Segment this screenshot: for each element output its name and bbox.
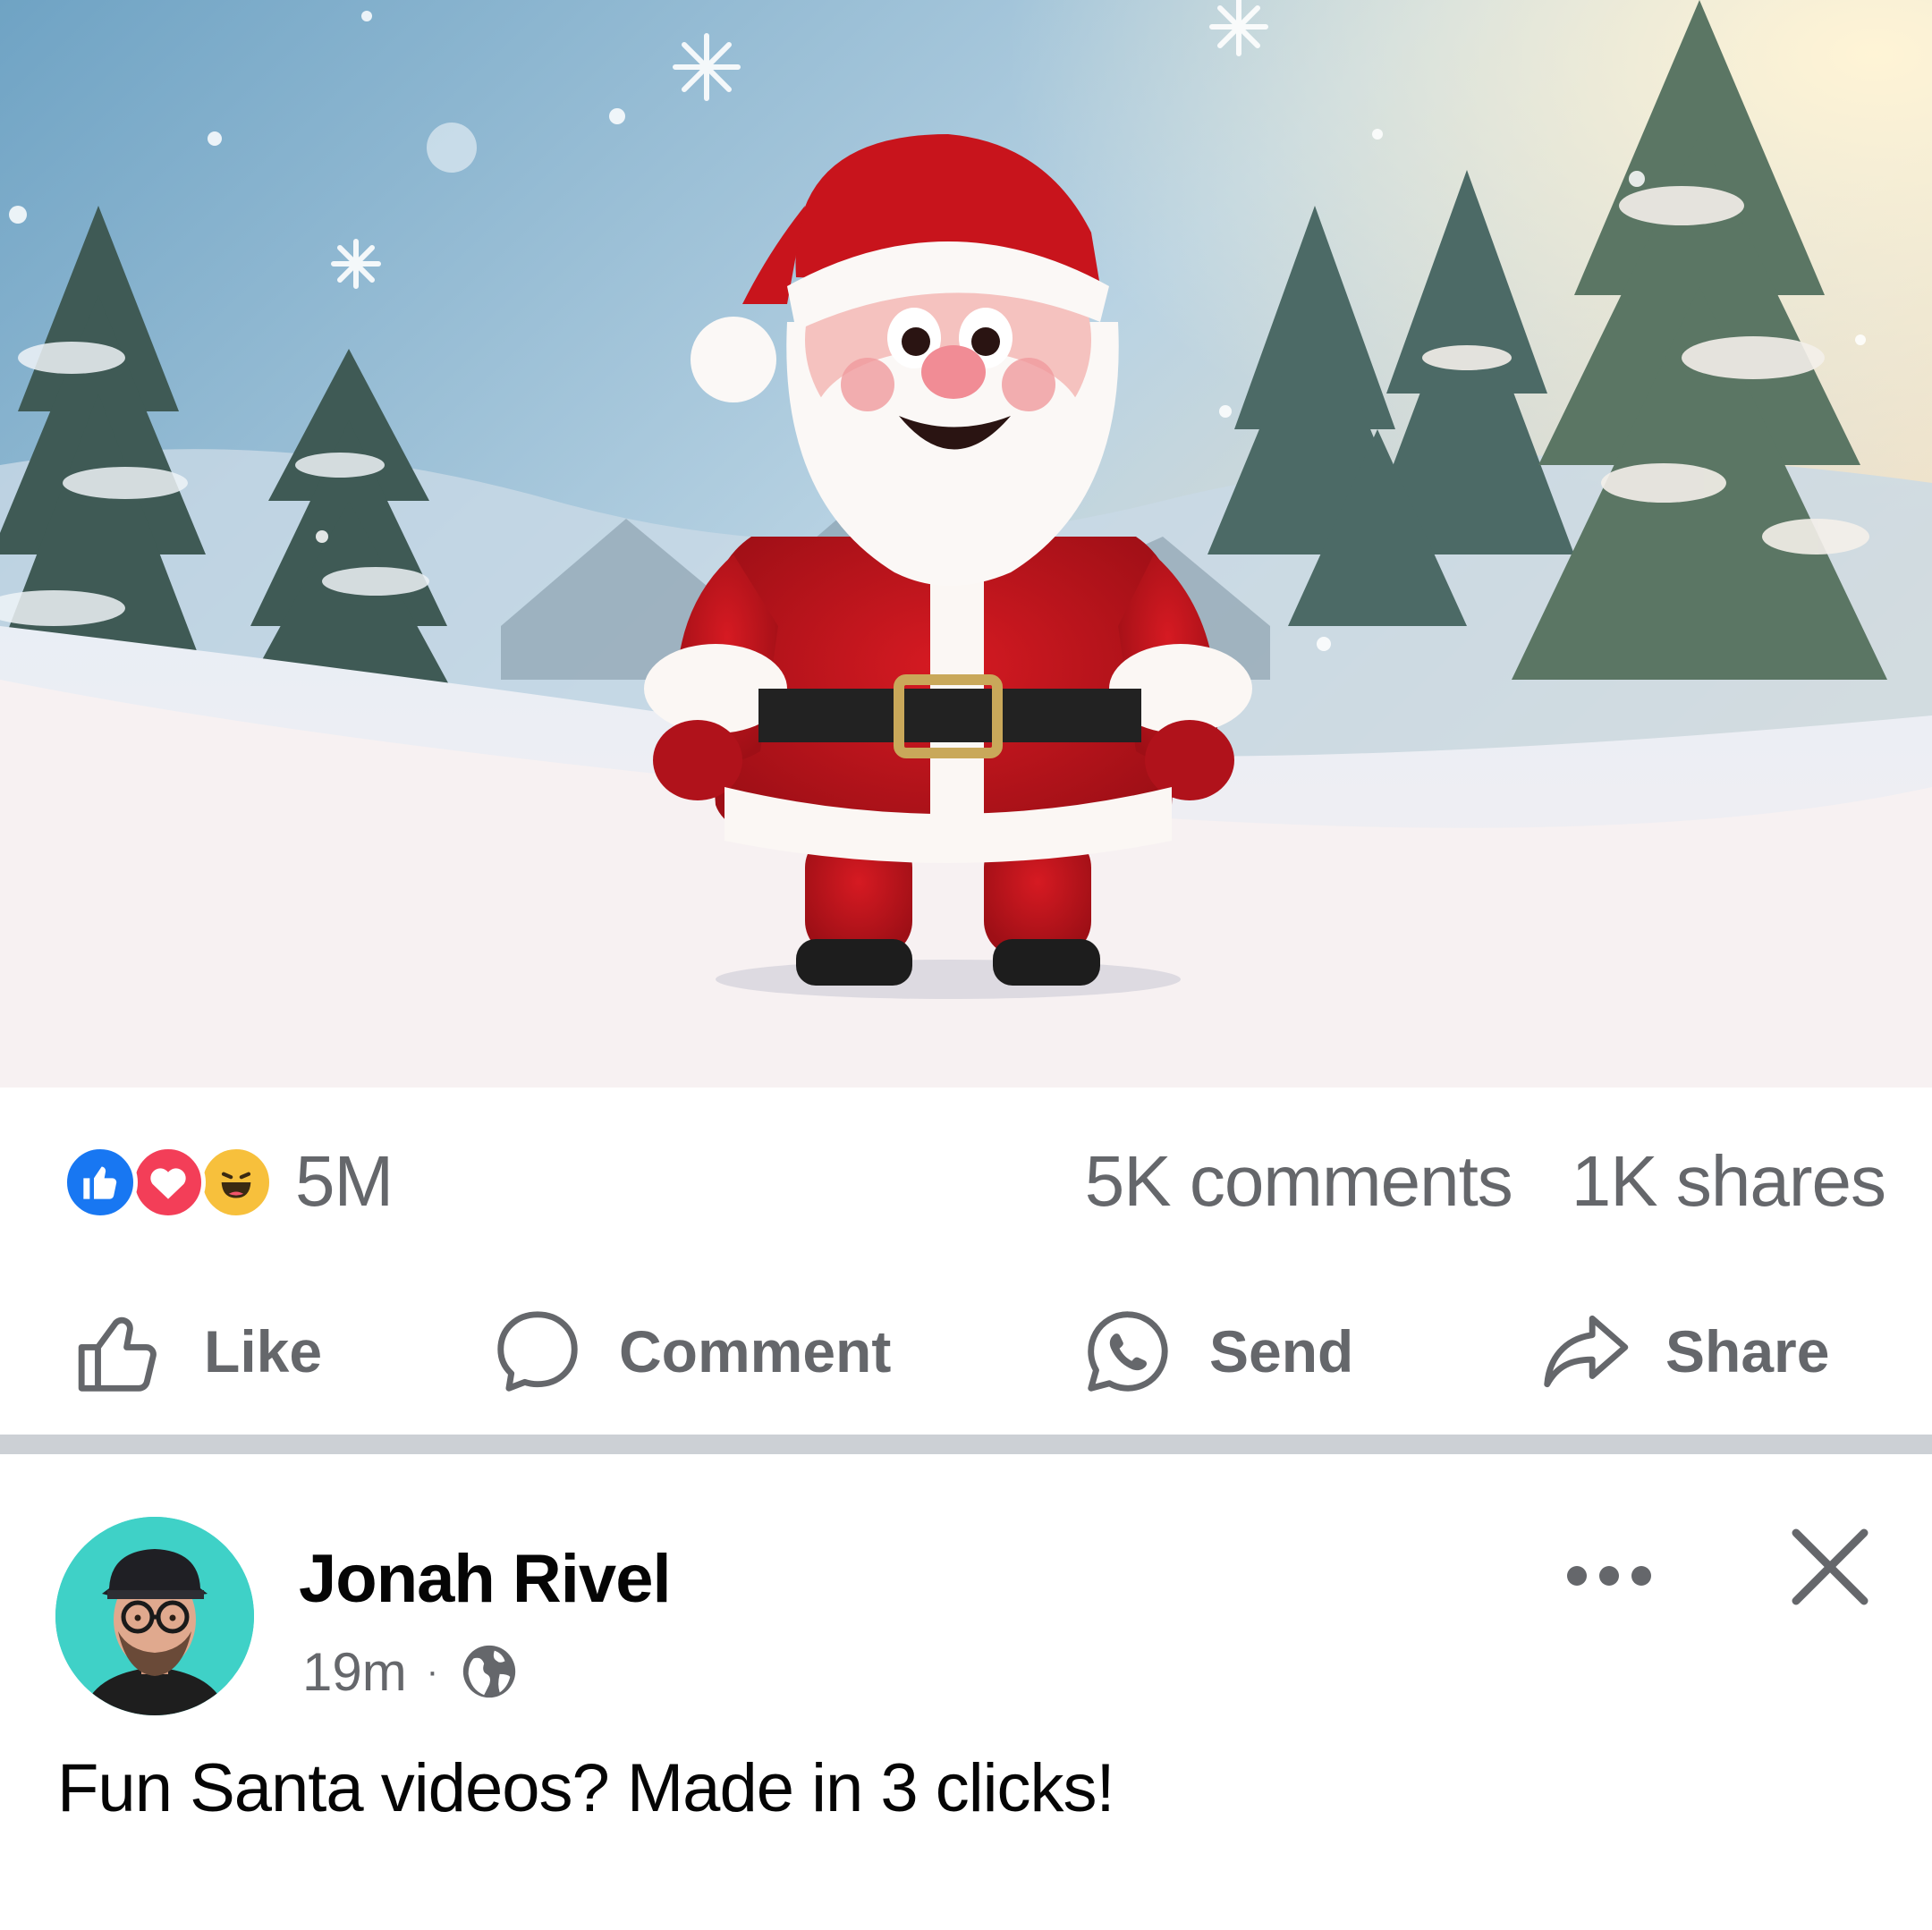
post-action-bar: Like Comment Send Share (0, 1266, 1932, 1435)
send-button[interactable]: Send (1079, 1302, 1353, 1401)
section-divider (0, 1435, 1932, 1454)
send-label: Send (1209, 1318, 1354, 1384)
post-meta: 19m · (302, 1640, 521, 1703)
share-arrow-icon (1544, 1315, 1629, 1388)
like-label: Like (204, 1318, 323, 1384)
meta-separator: · (426, 1652, 439, 1691)
more-options-icon (1567, 1566, 1587, 1586)
share-label: Share (1665, 1318, 1830, 1384)
comment-button[interactable]: Comment (488, 1302, 891, 1401)
love-reaction-icon (131, 1145, 206, 1220)
haha-reaction-icon (199, 1145, 274, 1220)
avatar-photo (55, 1517, 254, 1715)
globe-icon[interactable] (458, 1640, 521, 1703)
engagement-stats: 5K comments 1K shares (1085, 1141, 1886, 1222)
post-media-image[interactable] (0, 0, 1932, 1088)
reactions-summary: 5M 5K comments 1K shares (0, 1088, 1932, 1266)
whatsapp-icon (1088, 1311, 1168, 1392)
comment-label: Comment (619, 1318, 892, 1384)
comments-count-link[interactable]: 5K comments (1085, 1141, 1513, 1222)
shares-count-link[interactable]: 1K shares (1572, 1141, 1886, 1222)
author-name[interactable]: Jonah Rivel (299, 1540, 672, 1618)
comment-bubble-icon (497, 1311, 578, 1392)
close-button[interactable] (1785, 1522, 1875, 1612)
share-button[interactable]: Share (1535, 1302, 1829, 1401)
like-button[interactable]: Like (73, 1302, 322, 1401)
reaction-icons[interactable] (63, 1145, 277, 1220)
thumbs-up-icon (78, 1316, 157, 1392)
avatar[interactable] (55, 1517, 254, 1715)
more-options-button[interactable] (1567, 1549, 1651, 1603)
post-card: Jonah Rivel 19m · Fun Santa videos? Made… (0, 1454, 1932, 1930)
reaction-count[interactable]: 5M (295, 1141, 394, 1222)
post-timestamp[interactable]: 19m (302, 1641, 407, 1703)
santa-snow-scene-illustration (0, 0, 1932, 1088)
close-icon (1792, 1528, 1868, 1605)
like-reaction-icon (63, 1145, 138, 1220)
post-text: Fun Santa videos? Made in 3 clicks! (57, 1750, 1115, 1826)
